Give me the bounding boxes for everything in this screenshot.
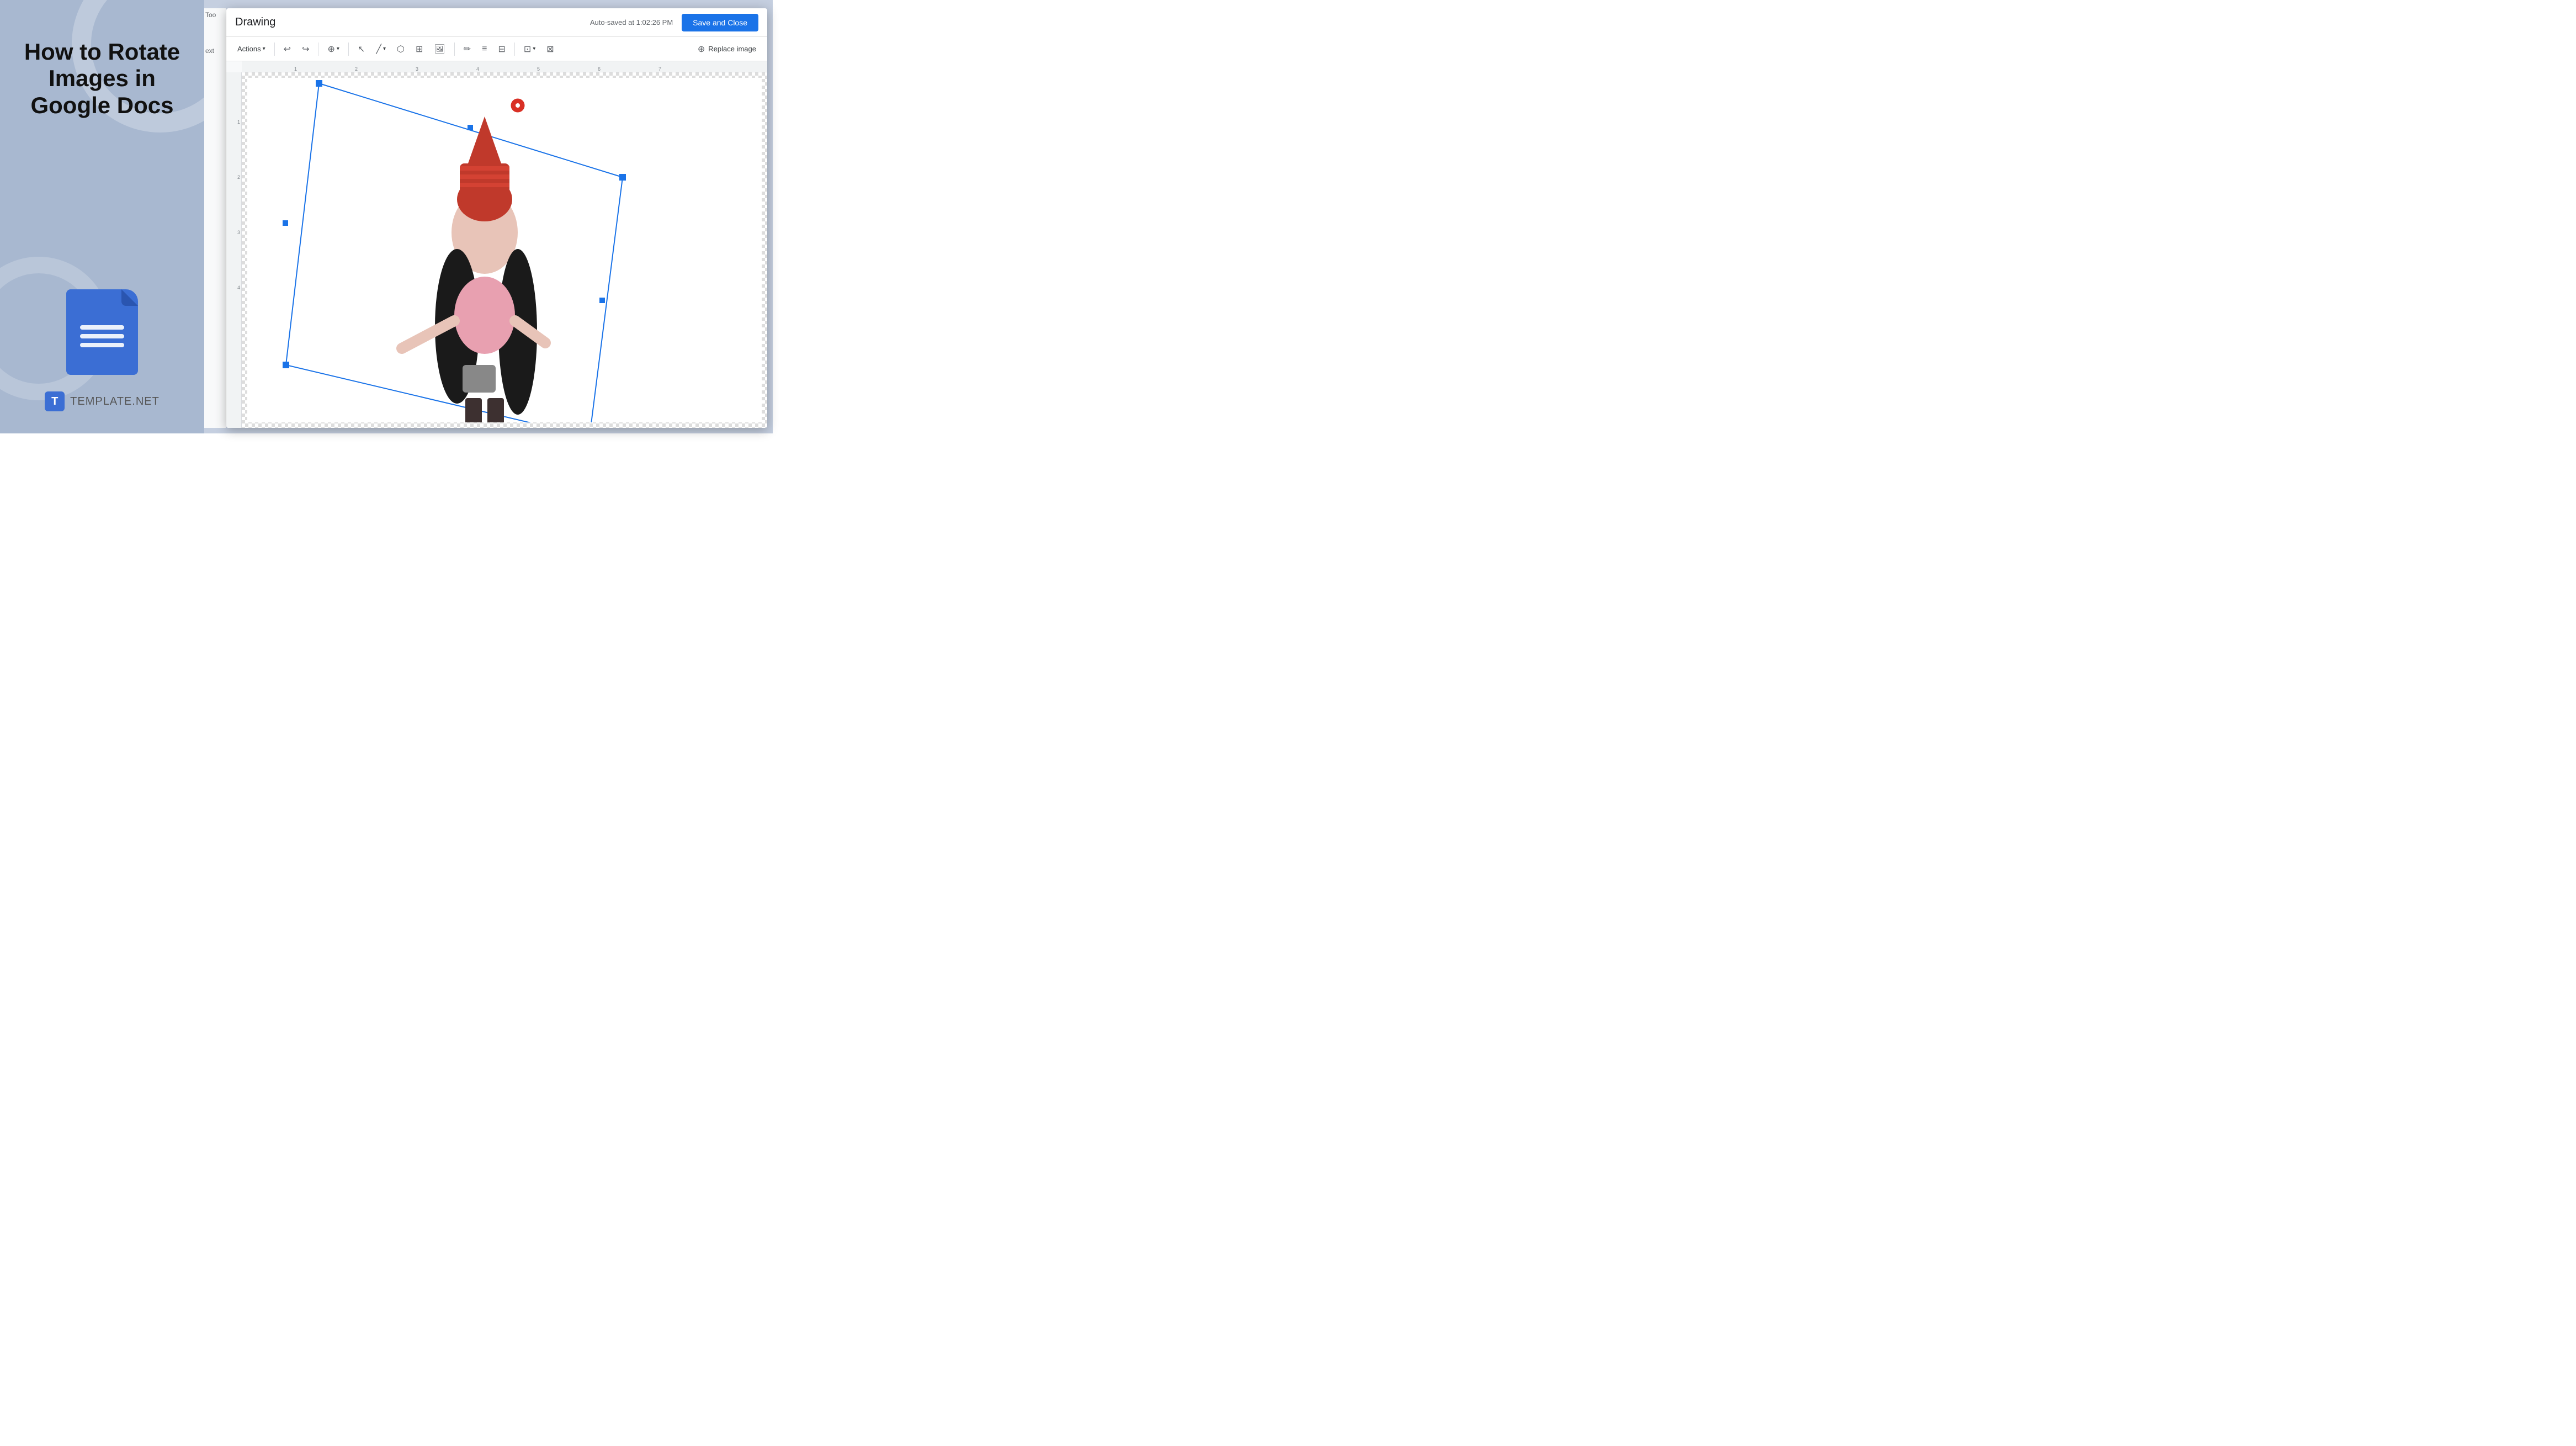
line-chevron-icon: ▾: [383, 46, 386, 52]
border-button[interactable]: ⊟: [493, 41, 509, 57]
cursor-icon: ↖: [358, 44, 365, 55]
format-icon: ≡: [482, 44, 487, 54]
actions-chevron-icon: ▾: [263, 46, 265, 52]
dialog-toolbar: Actions ▾ ↩ ↪ ⊕ ▾ ↖: [226, 37, 767, 61]
drawing-area[interactable]: [242, 72, 767, 428]
ruler-mark-5: 5: [537, 66, 540, 72]
zoom-icon: ⊕: [327, 44, 334, 55]
pen-button[interactable]: ✏: [459, 41, 475, 57]
undo-button[interactable]: ↩: [279, 41, 295, 57]
rotation-handle-dot: [516, 103, 520, 108]
main-title: How to Rotate Images in Google Docs: [17, 39, 188, 119]
leg-right: [487, 398, 504, 422]
body: [454, 277, 515, 354]
partial-text-too: Too: [205, 11, 216, 19]
ruler-mark-v-2: 2: [237, 174, 240, 180]
doc-line-3: [80, 343, 124, 347]
ruler-mark-2: 2: [355, 66, 358, 72]
divider-5: [514, 43, 515, 56]
ruler-mark-4: 4: [476, 66, 479, 72]
textbox-icon: ⊞: [416, 44, 423, 55]
doc-content-area: [247, 78, 762, 422]
textbox-button[interactable]: ⊞: [411, 41, 427, 57]
handle-bl: [283, 362, 289, 368]
handle-tl: [316, 80, 322, 87]
hat-point: [468, 116, 501, 163]
undo-icon: ↩: [284, 44, 291, 55]
image-icon: 🖼: [434, 44, 445, 55]
right-panel: Too ext Drawing Auto-saved at 1:02:26 PM…: [204, 0, 773, 433]
dialog-canvas: 1 2 3 4 5 6 7 1 2 3 4: [226, 61, 767, 428]
divider-4: [454, 43, 455, 56]
ruler-mark-v-3: 3: [237, 230, 240, 235]
left-panel: How to Rotate Images in Google Docs T TE…: [0, 0, 204, 433]
divider-1: [274, 43, 275, 56]
redo-icon: ↪: [302, 44, 309, 55]
shape-icon: ⬡: [397, 44, 405, 55]
line-icon: ╱: [376, 44, 381, 55]
brand-t-icon: T: [45, 391, 65, 411]
pen-icon: ✏: [464, 44, 471, 55]
divider-3: [348, 43, 349, 56]
ruler-mark-3: 3: [416, 66, 418, 72]
ruler-top: 1 2 3 4 5 6 7: [242, 61, 767, 72]
zoom-button[interactable]: ⊕ ▾: [323, 41, 343, 57]
ruler-mark-7: 7: [658, 66, 661, 72]
doc-line-1: [80, 325, 124, 330]
handle-tm: [468, 125, 473, 130]
crop-button[interactable]: ⊡ ▾: [519, 41, 540, 57]
crop-icon: ⊡: [524, 44, 531, 55]
partial-text-ext: ext: [205, 47, 214, 55]
brand-name: TEMPLATE.NET: [70, 395, 160, 408]
handle-tr: [619, 174, 626, 181]
brand-wrap: T TEMPLATE.NET: [45, 391, 160, 411]
border-grid-icon: ⊟: [498, 44, 505, 55]
replace-image-button[interactable]: ⊕ Replace image: [693, 41, 761, 57]
format-button[interactable]: ≡: [477, 41, 491, 57]
hat-stripe-1: [460, 166, 509, 171]
transform-button[interactable]: ⊠: [542, 41, 558, 57]
ruler-mark-1: 1: [294, 66, 297, 72]
replace-image-label: Replace image: [708, 45, 756, 53]
autosaved-text: Auto-saved at 1:02:26 PM: [590, 18, 673, 27]
leg-left: [465, 398, 482, 422]
dialog-title: Drawing: [235, 16, 275, 29]
hat-stripe-3: [460, 183, 509, 187]
crop-chevron-icon: ▾: [533, 46, 535, 52]
ruler-mark-v-1: 1: [237, 119, 240, 125]
replace-image-icon: ⊕: [698, 44, 705, 55]
ruler-mark-v-4: 4: [237, 285, 240, 290]
doc-icon-wrapper: [66, 289, 138, 375]
handle-ml: [283, 220, 288, 226]
drawing-dialog: Drawing Auto-saved at 1:02:26 PM Save an…: [226, 8, 767, 428]
canvas-svg: [247, 78, 762, 422]
purse: [463, 365, 496, 393]
save-close-button[interactable]: Save and Close: [682, 14, 758, 31]
image-button[interactable]: 🖼: [429, 41, 449, 57]
doc-line-2: [80, 334, 124, 338]
partial-sidebar: Too ext: [204, 8, 226, 428]
google-docs-icon: [66, 289, 138, 375]
handle-mr: [599, 298, 605, 303]
select-button[interactable]: ↖: [353, 41, 369, 57]
shape-button[interactable]: ⬡: [392, 41, 409, 57]
zoom-chevron-icon: ▾: [337, 46, 339, 52]
ruler-left: 1 2 3 4: [226, 72, 242, 428]
redo-button[interactable]: ↪: [298, 41, 314, 57]
hat-stripe-2: [460, 174, 509, 179]
actions-button[interactable]: Actions ▾: [233, 41, 270, 57]
dialog-header: Drawing Auto-saved at 1:02:26 PM Save an…: [226, 8, 767, 37]
transform-icon: ⊠: [546, 44, 554, 55]
line-button[interactable]: ╱ ▾: [371, 41, 390, 57]
actions-label: Actions: [237, 45, 261, 53]
doc-icon-lines: [80, 325, 124, 347]
ruler-mark-6: 6: [598, 66, 601, 72]
